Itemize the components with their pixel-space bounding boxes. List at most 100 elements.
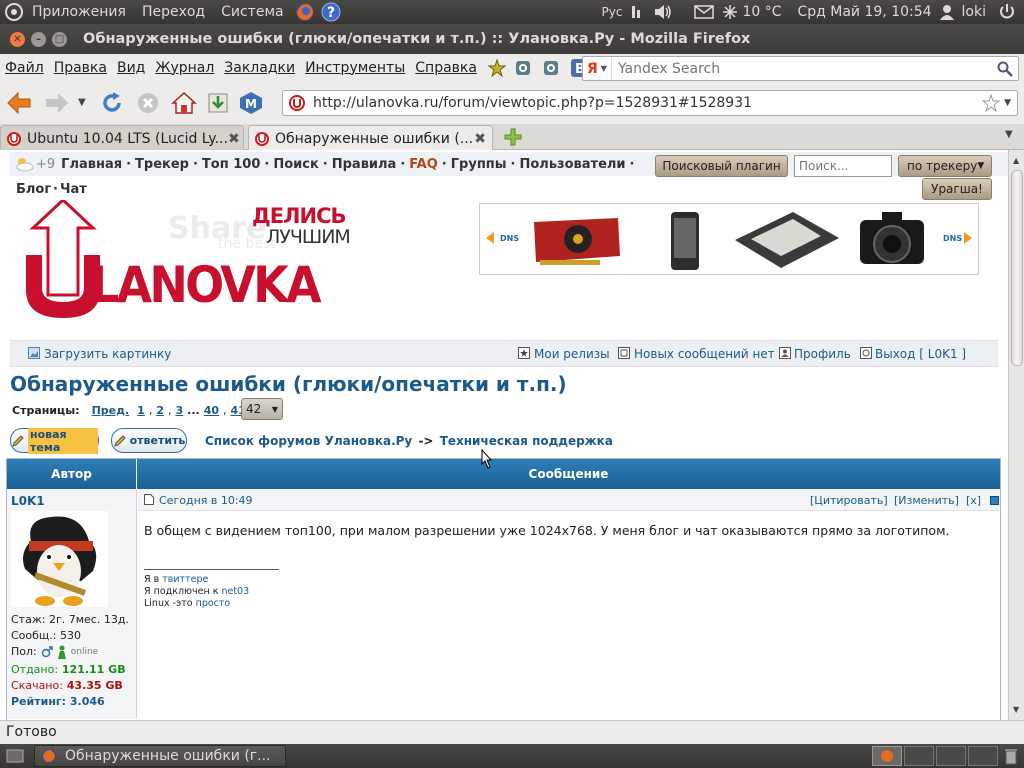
address-bar[interactable]: http://ulanovka.ru/forum/viewtopic.php?p… [282, 90, 1018, 116]
search-plugin-button[interactable]: Поисковый плагин [655, 155, 788, 177]
firefox-launcher-icon[interactable] [294, 1, 316, 23]
page-2-link[interactable]: 2 [156, 404, 164, 417]
trash-icon[interactable] [1004, 747, 1018, 765]
workspace-switcher[interactable] [872, 746, 998, 766]
sig-linux-link[interactable]: просто [196, 598, 231, 609]
scroll-up-arrow-icon[interactable]: ▲ [1013, 156, 1019, 165]
workspace-2[interactable] [904, 746, 934, 766]
weather-icon[interactable] [722, 4, 738, 20]
menu-history[interactable]: Журнал [150, 60, 219, 76]
page-prev-link[interactable]: Пред. [92, 404, 130, 417]
workspace-1[interactable] [872, 746, 902, 766]
menu-bookmarks[interactable]: Закладки [219, 60, 300, 76]
site-favicon-icon[interactable] [289, 95, 305, 111]
workspace-4[interactable] [968, 746, 998, 766]
minimize-window-button[interactable]: – [31, 31, 46, 47]
site-logo[interactable]: Share the best LANOVKA ДЕЛИСЬ ЛУЧШИМ [18, 200, 358, 325]
reply-button[interactable]: ответить [111, 428, 187, 453]
mail-icon[interactable] [694, 5, 715, 19]
taskbar-window-button[interactable]: Обнаруженные ошибки (г... [34, 745, 286, 767]
avatar[interactable] [11, 511, 108, 607]
help-icon[interactable]: ? [320, 1, 342, 23]
window-titlebar[interactable]: ✕ – □ Обнаруженные ошибки (глюки/опечатк… [0, 24, 1024, 54]
search-magnifier-icon[interactable] [997, 61, 1018, 77]
back-button[interactable] [6, 91, 32, 115]
quote-button[interactable]: [Цитировать] [810, 494, 888, 507]
author-name-link[interactable]: L0K1 [11, 494, 45, 508]
upload-image-link[interactable]: Загрузить картинку [44, 347, 171, 361]
show-desktop-icon[interactable] [6, 748, 24, 764]
yandex-search-box[interactable]: Я ▼ [582, 56, 1019, 81]
menu-tools[interactable]: Инструменты [300, 60, 410, 76]
nav-search[interactable]: Поиск [273, 157, 318, 172]
forward-button[interactable] [44, 91, 70, 115]
bookmark-star-icon[interactable] [982, 94, 1001, 112]
stop-button[interactable] [136, 91, 160, 115]
new-topic-button[interactable]: новая тема [10, 427, 99, 454]
user-icon[interactable] [939, 4, 954, 20]
power-icon[interactable] [998, 3, 1016, 21]
menu-places[interactable]: Переход [134, 4, 213, 20]
profile-link[interactable]: Профиль [794, 347, 851, 361]
nav-tracker[interactable]: Трекер [135, 157, 189, 172]
menu-file[interactable]: Файл [0, 60, 49, 76]
volume-icon[interactable] [654, 4, 672, 20]
edit-button[interactable]: [Изменить] [894, 494, 959, 507]
search-scope-select[interactable]: по трекеру ▼ [898, 155, 992, 177]
addon-button-2-icon[interactable] [543, 60, 559, 76]
clock[interactable]: Срд Май 19, 10:54 [797, 4, 931, 20]
breadcrumb-forums-link[interactable]: Список форумов Улановка.Ру [205, 434, 412, 448]
page-3-link[interactable]: 3 [175, 404, 183, 417]
menu-applications[interactable]: Приложения [24, 4, 134, 20]
topic-title[interactable]: Обнаруженные ошибки (глюки/опечатки и т.… [10, 372, 567, 396]
tab-list-dropdown-icon[interactable]: ▼ [1005, 129, 1013, 140]
breadcrumb-section-link[interactable]: Техническая поддержка [440, 434, 613, 448]
new-messages-link[interactable]: Новых сообщений нет [634, 347, 775, 361]
ubuntu-logo-icon[interactable] [4, 2, 24, 22]
page-1-link[interactable]: 1 [137, 404, 145, 417]
vertical-scrollbar[interactable]: ▲ ▼ [1008, 150, 1024, 720]
tab-current[interactable]: Обнаруженные ошибки (... ✖ [248, 125, 493, 152]
site-search-input[interactable] [794, 155, 892, 177]
history-dropdown-icon[interactable]: ▼ [78, 97, 86, 108]
weather-temp[interactable]: 10 °C [742, 4, 781, 20]
addon-button-1-icon[interactable] [515, 60, 531, 76]
post-time-link[interactable]: Сегодня в 10:49 [159, 494, 253, 507]
nav-top100[interactable]: Топ 100 [202, 157, 260, 172]
sig-net03-link[interactable]: net03 [221, 586, 249, 597]
user-name[interactable]: loki [962, 4, 986, 20]
yandex-search-input[interactable] [611, 60, 997, 77]
new-tab-plus-icon[interactable] [504, 128, 522, 146]
tab-close-icon[interactable]: ✖ [474, 131, 486, 147]
page-40-link[interactable]: 40 [204, 404, 219, 417]
download-addon-icon[interactable] [207, 92, 229, 114]
logout-link[interactable]: Выход [ L0K1 ] [875, 347, 966, 361]
ad-banner[interactable]: DNS DNS [479, 203, 979, 275]
delete-button[interactable]: [x] [966, 494, 981, 507]
nav-groups[interactable]: Группы [451, 157, 507, 172]
maximize-window-button[interactable]: □ [52, 31, 67, 47]
home-button[interactable] [170, 91, 197, 115]
sig-twitter-link[interactable]: твиттере [162, 574, 208, 585]
m-addon-icon[interactable]: M [239, 91, 263, 115]
network-icon[interactable] [630, 4, 646, 20]
yandex-engine-icon[interactable]: Я ▼ [583, 57, 612, 80]
addon-star-icon[interactable] [487, 58, 506, 77]
menu-view[interactable]: Вид [112, 60, 150, 76]
uragsha-button[interactable]: Урагша! [922, 178, 992, 200]
chat-link[interactable]: Чат [60, 182, 87, 197]
url-text[interactable]: http://ulanovka.ru/forum/viewtopic.php?p… [313, 95, 752, 111]
nav-users[interactable]: Пользователи [520, 157, 626, 172]
menu-help[interactable]: Справка [410, 60, 482, 76]
page-jump-select[interactable]: 42 ▼ [241, 398, 283, 420]
scrollbar-thumb[interactable] [1011, 170, 1023, 366]
post-select-checkbox[interactable] [990, 496, 999, 505]
menu-system[interactable]: Система [213, 4, 291, 20]
menu-edit[interactable]: Правка [49, 60, 112, 76]
tab-close-icon[interactable]: ✖ [228, 131, 240, 147]
keyboard-layout[interactable]: Рус [602, 5, 623, 19]
my-releases-link[interactable]: Мои релизы [534, 347, 610, 361]
nav-faq[interactable]: FAQ [409, 157, 438, 172]
blog-link[interactable]: Блог [16, 182, 51, 197]
close-window-button[interactable]: ✕ [10, 31, 25, 47]
